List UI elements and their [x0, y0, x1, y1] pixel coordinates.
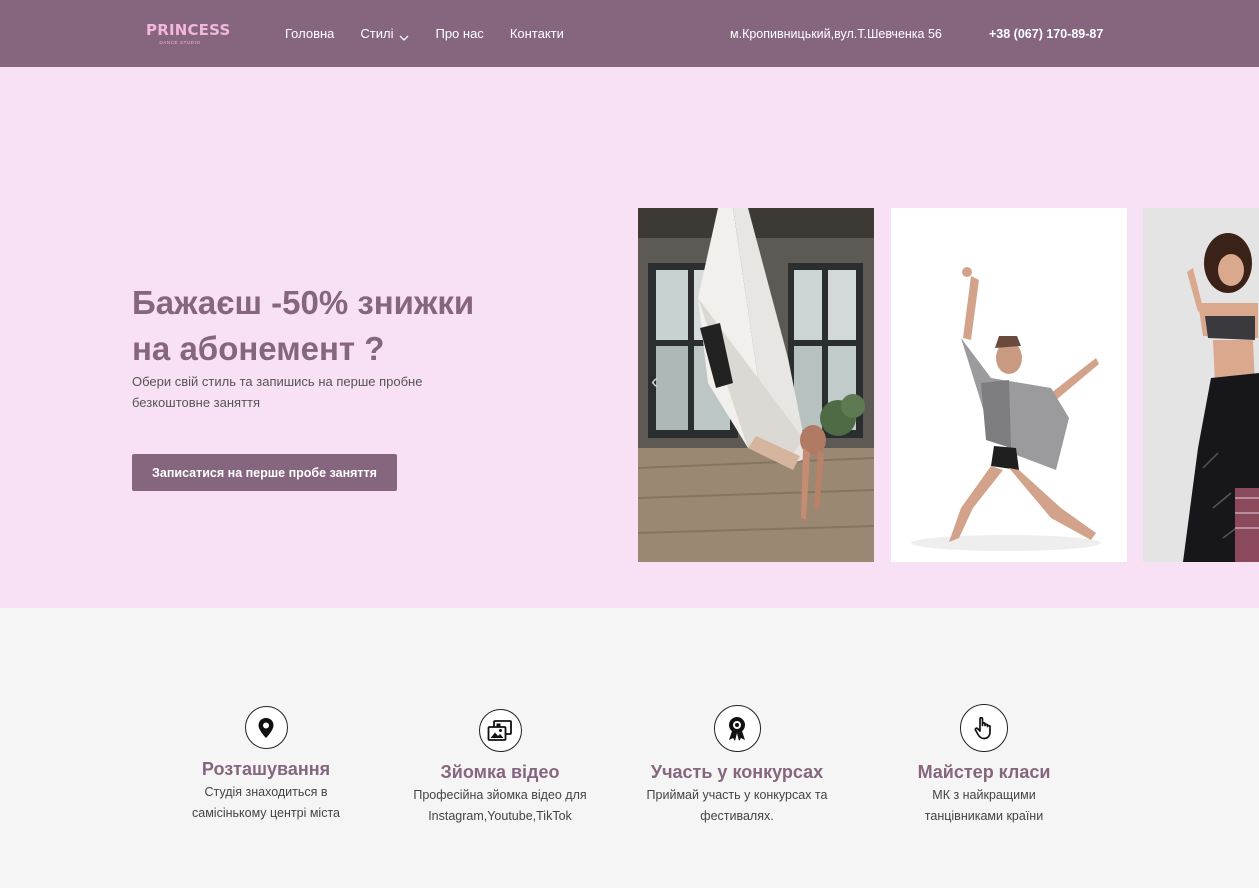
nav-item-label: Головна — [285, 26, 335, 41]
gallery-slide-aerial[interactable] — [638, 208, 874, 562]
logo-text: PRINCESS — [146, 21, 231, 39]
gallery-slide-oriental[interactable] — [1143, 208, 1259, 562]
logo-subtext: DANCE STUDIO — [159, 40, 201, 45]
feature-text: МК з найкращими танцівниками країни — [924, 788, 1044, 823]
header-address: м.Кропивницький,вул.Т.Шевченка 56 — [730, 27, 942, 41]
aerial-dancer-photo — [638, 208, 874, 562]
photo-video-icon — [478, 709, 522, 752]
hero-section: Бажаєш -50% знижки на абонемент ? Обери … — [0, 67, 1259, 608]
slider-prev-arrow-icon[interactable]: ‹ — [651, 371, 658, 394]
signup-trial-button[interactable]: Записатися на перше пробе заняття — [132, 454, 397, 491]
feature-video: Зйомка відео Професійна зйомка відео для… — [405, 709, 595, 827]
contemporary-dancer-photo — [891, 208, 1127, 562]
hero-title: Бажаєш -50% знижки на абонемент ? — [132, 284, 475, 367]
feature-masterclass: Майстер класи МК з найкращими танцівника… — [894, 704, 1074, 827]
hand-pointer-icon — [960, 704, 1008, 752]
feature-title: Майстер класи — [917, 762, 1051, 782]
oriental-dancer-photo — [1143, 208, 1259, 562]
feature-location: Розташування Студія знаходиться в самісі… — [176, 706, 356, 824]
location-pin-icon — [244, 706, 288, 749]
feature-title: Участь у конкурсах — [650, 762, 824, 782]
feature-title: Розташування — [201, 759, 331, 779]
nav-item-contacts[interactable]: Контакти — [510, 26, 564, 41]
nav-item-label: Контакти — [509, 26, 564, 41]
features-section: Розташування Студія знаходиться в самісі… — [0, 608, 1259, 888]
nav-item-about[interactable]: Про нас — [435, 26, 483, 41]
feature-text: Приймай участь у конкурсах та фестивалях… — [646, 788, 828, 823]
site-header: PRINCESS DANCE STUDIO Головна Стилі Про … — [0, 0, 1259, 67]
award-ribbon-icon — [713, 705, 761, 752]
studio-logo[interactable]: PRINCESS DANCE STUDIO — [146, 21, 231, 46]
hero-subtitle: Обери свій стиль та запишись на перше пр… — [132, 374, 423, 410]
nav-item-label: Про нас — [435, 26, 484, 41]
header-phone-link[interactable]: +38 (067) 170-89-87 — [989, 27, 1103, 41]
feature-contests: Участь у конкурсах Приймай участь у конк… — [632, 705, 842, 827]
feature-text: Професійна зйомка відео для Instagram,Yo… — [413, 788, 587, 823]
nav-item-label: Стилі — [360, 26, 394, 41]
chevron-down-icon — [399, 30, 409, 41]
feature-text: Студія знаходиться в самісінькому центрі… — [192, 785, 340, 820]
nav-item-styles[interactable]: Стилі — [360, 26, 409, 41]
main-nav: Головна Стилі Про нас Контакти — [285, 26, 590, 41]
nav-item-home[interactable]: Головна — [285, 26, 334, 41]
feature-title: Зйомка відео — [440, 762, 560, 782]
gallery-slide-contemporary[interactable] — [891, 208, 1127, 562]
